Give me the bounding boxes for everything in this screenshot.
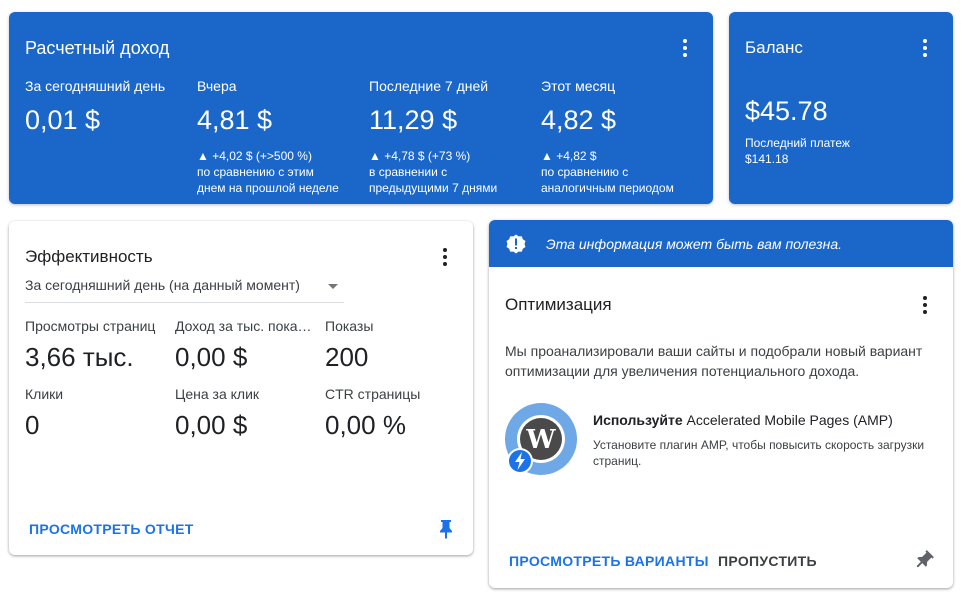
earnings-title: Расчетный доход	[25, 38, 170, 58]
caret-down-icon	[328, 284, 338, 289]
metric-label: Цена за клик	[175, 386, 260, 402]
pin-icon[interactable]	[438, 519, 454, 539]
balance-more-icon[interactable]	[913, 36, 937, 60]
metric-label: Просмотры страниц	[25, 318, 156, 334]
metric-value: 200	[325, 342, 369, 372]
estimated-earnings-card: Расчетный доход За сегодняшний день 0,01…	[9, 12, 713, 204]
optimization-card: Эта информация может быть вам полезна. О…	[489, 220, 953, 588]
period-comparison: в сравнении с	[369, 165, 448, 179]
period-comparison: предыдущими 7 днями	[369, 181, 498, 195]
metric-label: Показы	[325, 318, 374, 334]
period-delta: ▲ +4,78 $ (+73 %)	[369, 149, 471, 163]
pin-icon[interactable]	[911, 547, 936, 572]
wordpress-amp-icon: W	[505, 403, 577, 475]
metric-value: 0,00 $	[175, 410, 248, 440]
period-label: Этот месяц	[541, 78, 616, 94]
balance-card: Баланс $45.78 Последний платеж $141.18	[729, 12, 953, 204]
skip-button[interactable]: ПРОПУСТИТЬ	[718, 553, 817, 569]
optimization-description: Мы проанализировали ваши сайты и подобра…	[505, 343, 923, 379]
metric-impressions: Показы 200	[325, 318, 465, 373]
metric-page-ctr: CTR страницы 0,00 %	[325, 386, 465, 441]
period-value: 11,29 $	[369, 105, 458, 135]
performance-title: Эффективность	[25, 247, 153, 266]
earnings-period-last-7-days: Последние 7 дней 11,29 $ ▲ +4,78 $ (+73 …	[369, 78, 529, 196]
period-label: Вчера	[197, 78, 237, 94]
svg-text:W: W	[525, 425, 556, 455]
period-value: 4,81 $	[197, 105, 273, 135]
metric-page-rpm: Доход за тыс. показов 0,00 $	[175, 318, 315, 373]
period-comparison: по сравнению с этим	[197, 165, 314, 179]
earnings-period-today: За сегодняшний день 0,01 $	[25, 78, 185, 136]
metric-label: Клики	[25, 386, 64, 402]
info-banner: Эта информация может быть вам полезна.	[489, 220, 953, 267]
suggestion-title-rest: Accelerated Mobile Pages (AMP)	[682, 412, 893, 428]
metric-value: 0,00 $	[175, 342, 248, 372]
metric-label: Доход за тыс. показов	[175, 318, 315, 334]
metric-label: CTR страницы	[325, 386, 421, 402]
suggestion-description: Установите плагин AMP, чтобы повысить ск…	[593, 438, 925, 468]
metric-value: 0,00 %	[325, 410, 406, 440]
period-comparison: днем на прошлой неделе	[197, 181, 339, 195]
view-options-link[interactable]: ПРОСМОТРЕТЬ ВАРИАНТЫ	[509, 553, 709, 569]
balance-amount: $45.78	[745, 96, 828, 126]
optimization-more-icon[interactable]	[913, 293, 937, 317]
period-delta: ▲ +4,82 $	[541, 149, 597, 163]
period-label: Последние 7 дней	[369, 78, 489, 94]
metric-cpc: Цена за клик 0,00 $	[175, 386, 315, 441]
performance-more-icon[interactable]	[433, 245, 457, 269]
metric-clicks: Клики 0	[25, 386, 165, 441]
banner-text: Эта информация может быть вам полезна.	[546, 236, 843, 252]
date-range-dropdown[interactable]: За сегодняшний день (на данный момент)	[25, 277, 344, 303]
optimization-title: Оптимизация	[505, 295, 612, 314]
earnings-more-icon[interactable]	[673, 36, 697, 60]
metric-value: 0	[25, 410, 40, 440]
date-range-value: За сегодняшний день (на данный момент)	[25, 277, 300, 293]
period-value: 4,82 $	[541, 105, 617, 135]
earnings-period-yesterday: Вчера 4,81 $ ▲ +4,02 $ (+>500 %) по срав…	[197, 78, 357, 196]
last-payment-label: Последний платеж	[745, 136, 850, 150]
suggestion-title-bold: Используйте	[593, 412, 683, 428]
metric-value: 3,66 тыс.	[25, 342, 134, 372]
alert-badge-icon	[506, 234, 526, 254]
metric-page-views: Просмотры страниц 3,66 тыс.	[25, 318, 165, 373]
view-report-link[interactable]: ПРОСМОТРЕТЬ ОТЧЕТ	[29, 521, 194, 537]
period-label: За сегодняшний день	[25, 78, 166, 94]
balance-title: Баланс	[745, 38, 803, 57]
earnings-period-this-month: Этот месяц 4,82 $ ▲ +4,82 $ по сравнению…	[541, 78, 701, 196]
suggestion-title: Используйте Accelerated Mobile Pages (AM…	[593, 412, 893, 428]
period-value: 0,01 $	[25, 105, 101, 135]
performance-card: Эффективность За сегодняшний день (на да…	[9, 221, 473, 555]
last-payment-amount: $141.18	[745, 152, 789, 166]
period-comparison: аналогичным периодом	[541, 181, 674, 195]
period-comparison: по сравнению с	[541, 165, 629, 179]
period-delta: ▲ +4,02 $ (+>500 %)	[197, 149, 312, 163]
